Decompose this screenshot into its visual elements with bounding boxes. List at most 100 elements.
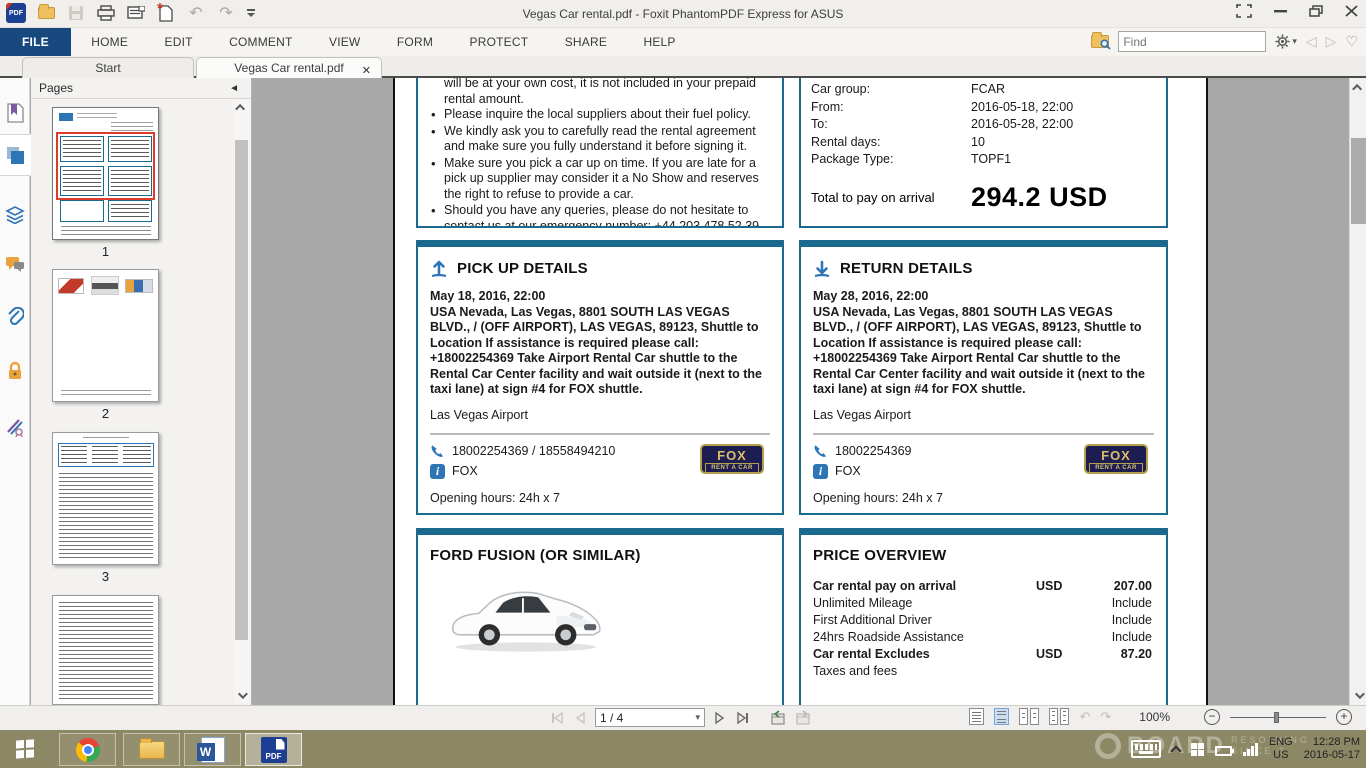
- document-viewport[interactable]: will be at your own cost, it is not incl…: [253, 78, 1366, 705]
- page-thumbnail-3[interactable]: [52, 432, 159, 565]
- next-view-icon[interactable]: [795, 710, 812, 726]
- redo-icon[interactable]: ↷: [216, 3, 236, 23]
- new-document-icon[interactable]: *: [156, 3, 176, 23]
- page-thumbnail-4[interactable]: [52, 595, 159, 705]
- touch-keyboard-icon[interactable]: [1131, 740, 1161, 758]
- taskbar-clock[interactable]: 12:28 PM 2016-05-17: [1304, 736, 1360, 762]
- price-value: Include: [1096, 595, 1166, 612]
- clock-date: 2016-05-17: [1304, 749, 1360, 762]
- scroll-up-icon[interactable]: [1351, 80, 1366, 95]
- open-file-icon[interactable]: [36, 3, 56, 23]
- app-logo-icon[interactable]: PDF: [6, 3, 26, 23]
- menu-help[interactable]: HELP: [627, 28, 691, 56]
- save-icon[interactable]: [66, 3, 86, 23]
- find-cluster: ▾ ◁ ▷ ♡: [1091, 31, 1358, 52]
- scroll-down-icon[interactable]: [1351, 688, 1366, 703]
- security-panel-icon[interactable]: [0, 350, 30, 392]
- attachments-panel-icon[interactable]: [0, 296, 30, 338]
- fox-logo-text: FOX: [702, 449, 762, 462]
- find-box: [1118, 31, 1266, 52]
- find-input[interactable]: [1119, 35, 1282, 49]
- document-scrollbar[interactable]: [1349, 78, 1366, 705]
- last-page-icon[interactable]: [734, 711, 750, 725]
- fullscreen-icon[interactable]: [1236, 4, 1252, 18]
- heart-icon[interactable]: ♡: [1345, 31, 1358, 52]
- menu-form[interactable]: FORM: [381, 28, 449, 56]
- document-scrollbar-thumb[interactable]: [1351, 138, 1366, 224]
- page-combo-dropdown-icon[interactable]: ▾: [695, 712, 700, 723]
- rotate-right-icon[interactable]: ↷: [1100, 709, 1111, 725]
- minimize-icon[interactable]: [1274, 6, 1287, 16]
- language-indicator[interactable]: ENG US: [1269, 736, 1293, 762]
- undo-icon[interactable]: ↶: [186, 3, 206, 23]
- facing-view-icon[interactable]: [1019, 708, 1039, 725]
- find-options[interactable]: ▾: [1275, 34, 1297, 49]
- price-label: Unlimited Mileage: [813, 595, 1036, 612]
- first-page-icon[interactable]: [550, 711, 566, 725]
- action-center-icon[interactable]: [1191, 743, 1204, 756]
- pages-panel-scrollbar[interactable]: [234, 100, 249, 703]
- page-number-combo[interactable]: 1 / 4 ▾: [595, 708, 705, 727]
- taskbar-explorer-button[interactable]: [123, 733, 180, 766]
- previous-page-icon[interactable]: [574, 711, 587, 725]
- pickup-arrow-icon: [430, 259, 448, 278]
- previous-view-icon[interactable]: [770, 710, 787, 726]
- collapse-panel-icon[interactable]: ◄: [229, 78, 239, 99]
- taskbar-word-button[interactable]: W: [184, 733, 241, 766]
- summary-value: 2016-05-28, 22:00: [971, 117, 1073, 133]
- taskbar-chrome-button[interactable]: [59, 733, 116, 766]
- page-navigation: 1 / 4 ▾: [550, 708, 812, 727]
- tab-start[interactable]: Start: [22, 57, 194, 78]
- fox-rent-a-car-logo: FOX RENT A CAR: [700, 444, 764, 474]
- zoom-slider[interactable]: [1230, 709, 1326, 725]
- battery-icon[interactable]: [1215, 746, 1232, 756]
- search-folder-icon[interactable]: [1091, 35, 1109, 48]
- menu-home[interactable]: HOME: [75, 28, 144, 56]
- page-thumbnail-1[interactable]: [52, 107, 159, 240]
- close-icon[interactable]: [1345, 5, 1358, 17]
- fox-logo-text: FOX: [1086, 449, 1146, 462]
- single-page-view-icon[interactable]: [969, 708, 984, 725]
- print-icon[interactable]: [96, 3, 116, 23]
- comments-panel-icon[interactable]: [0, 244, 30, 286]
- menu-protect[interactable]: PROTECT: [454, 28, 545, 56]
- toolbar-customize-dropdown-icon[interactable]: [246, 3, 256, 23]
- signature-panel-icon[interactable]: [0, 406, 30, 448]
- continuous-view-icon[interactable]: [994, 708, 1009, 725]
- scroll-up-icon[interactable]: [234, 100, 249, 115]
- next-page-icon[interactable]: [713, 711, 726, 725]
- return-phone: 18002254369: [835, 444, 911, 460]
- start-button[interactable]: [0, 730, 50, 768]
- menu-share[interactable]: SHARE: [549, 28, 623, 56]
- bookmarks-panel-icon[interactable]: [0, 92, 30, 134]
- car-title: FORD FUSION (OR SIMILAR): [430, 547, 770, 564]
- page-thumbnail-2[interactable]: [52, 269, 159, 402]
- summary-label: Car group:: [811, 82, 971, 98]
- rotate-left-icon[interactable]: ↶: [1079, 709, 1090, 725]
- email-icon[interactable]: [126, 3, 146, 23]
- tray-expand-icon[interactable]: [1171, 745, 1182, 756]
- taskbar-foxit-button[interactable]: PDF: [245, 733, 302, 766]
- restore-icon[interactable]: [1309, 5, 1323, 17]
- menu-edit[interactable]: EDIT: [149, 28, 209, 56]
- menu-view[interactable]: VIEW: [313, 28, 376, 56]
- pages-panel-header: Pages ◄: [31, 78, 251, 99]
- pages-panel-icon[interactable]: [0, 134, 31, 176]
- find-next-icon[interactable]: ▷: [1326, 31, 1337, 52]
- star-glyph: *: [157, 0, 163, 17]
- menu-comment[interactable]: COMMENT: [213, 28, 308, 56]
- summary-label: Package Type:: [811, 152, 971, 168]
- tab-vegas-car-rental[interactable]: Vegas Car rental.pdf ✕: [196, 57, 382, 78]
- pages-scrollbar-thumb[interactable]: [235, 140, 248, 640]
- network-signal-icon[interactable]: [1243, 742, 1258, 756]
- zoom-slider-thumb[interactable]: [1274, 712, 1279, 723]
- zoom-in-icon[interactable]: +: [1336, 709, 1352, 725]
- zoom-out-icon[interactable]: −: [1204, 709, 1220, 725]
- layers-panel-icon[interactable]: [0, 194, 30, 236]
- navigation-icon-strip: [0, 78, 30, 705]
- menu-file[interactable]: FILE: [0, 28, 71, 56]
- find-previous-icon[interactable]: ◁: [1306, 31, 1317, 52]
- clock-time: 12:28 PM: [1304, 736, 1360, 749]
- continuous-facing-view-icon[interactable]: [1049, 708, 1069, 725]
- scroll-down-icon[interactable]: [234, 688, 249, 703]
